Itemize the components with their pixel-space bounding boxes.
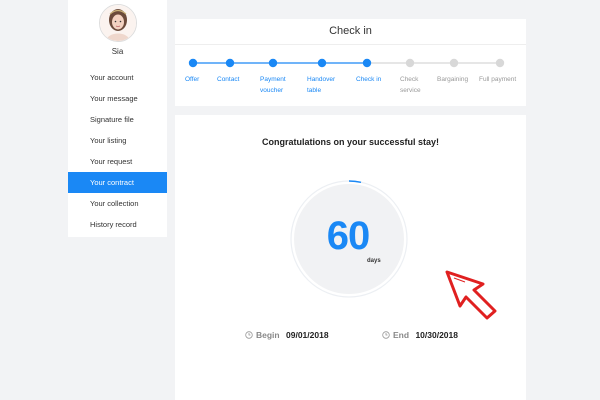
sidebar-item-signature-file[interactable]: Signature file [68,109,167,130]
end-date-row: End 10/30/2018 [382,330,458,340]
step-label[interactable]: Check in [356,74,381,85]
step-dot [362,58,372,68]
begin-date: 09/01/2018 [286,330,329,340]
sidebar-item-collection[interactable]: Your collection [68,193,167,214]
username: Sia [111,47,124,56]
step-label[interactable]: Full payment [479,74,516,85]
stay-card: Congratulations on your successful stay!… [175,115,526,400]
begin-date-row: Begin 09/01/2018 [245,330,329,340]
sidebar-item-account[interactable]: Your account [68,67,167,88]
sidebar: Sia Your account Your message Signature … [68,0,167,237]
sidebar-item-message[interactable]: Your message [68,88,167,109]
sidebar-item-listing[interactable]: Your listing [68,130,167,151]
step-label[interactable]: Handover table [307,74,335,96]
step-dot [449,58,459,68]
step-dot [317,58,327,68]
step-dot [188,58,198,68]
checkin-card: Check in Offer Contact Payment voucher Hando… [175,19,526,106]
clock-icon [382,331,390,339]
begin-label: Begin [256,330,280,340]
pointer-cursor-icon [445,270,497,320]
step-dot [405,58,415,68]
step-label[interactable]: Payment voucher [260,74,286,96]
sidebar-item-contract[interactable]: Your contract [68,172,167,193]
sidebar-item-history-record[interactable]: History record [68,214,167,235]
step-label[interactable]: Offer [185,74,199,85]
step-dot [268,58,278,68]
clock-icon [245,331,253,339]
days-count: 60 [326,214,371,258]
step-dot [225,58,235,68]
sidebar-item-request[interactable]: Your request [68,151,167,172]
days-unit: days [367,258,381,264]
end-date: 10/30/2018 [415,330,458,340]
progress-track [188,58,505,68]
progress-steps: Offer Contact Payment voucher Handover table C… [175,19,526,106]
end-label: End [393,330,410,340]
step-label[interactable]: Check service [400,74,421,96]
congrats-message: Congratulations on your successful stay! [261,137,440,147]
step-dot [495,58,505,68]
avatar[interactable] [99,4,137,42]
sidebar-nav: Your account Your message Signature file… [68,67,167,235]
step-label[interactable]: Contact [217,74,239,85]
step-label[interactable]: Bargaining [437,74,468,85]
